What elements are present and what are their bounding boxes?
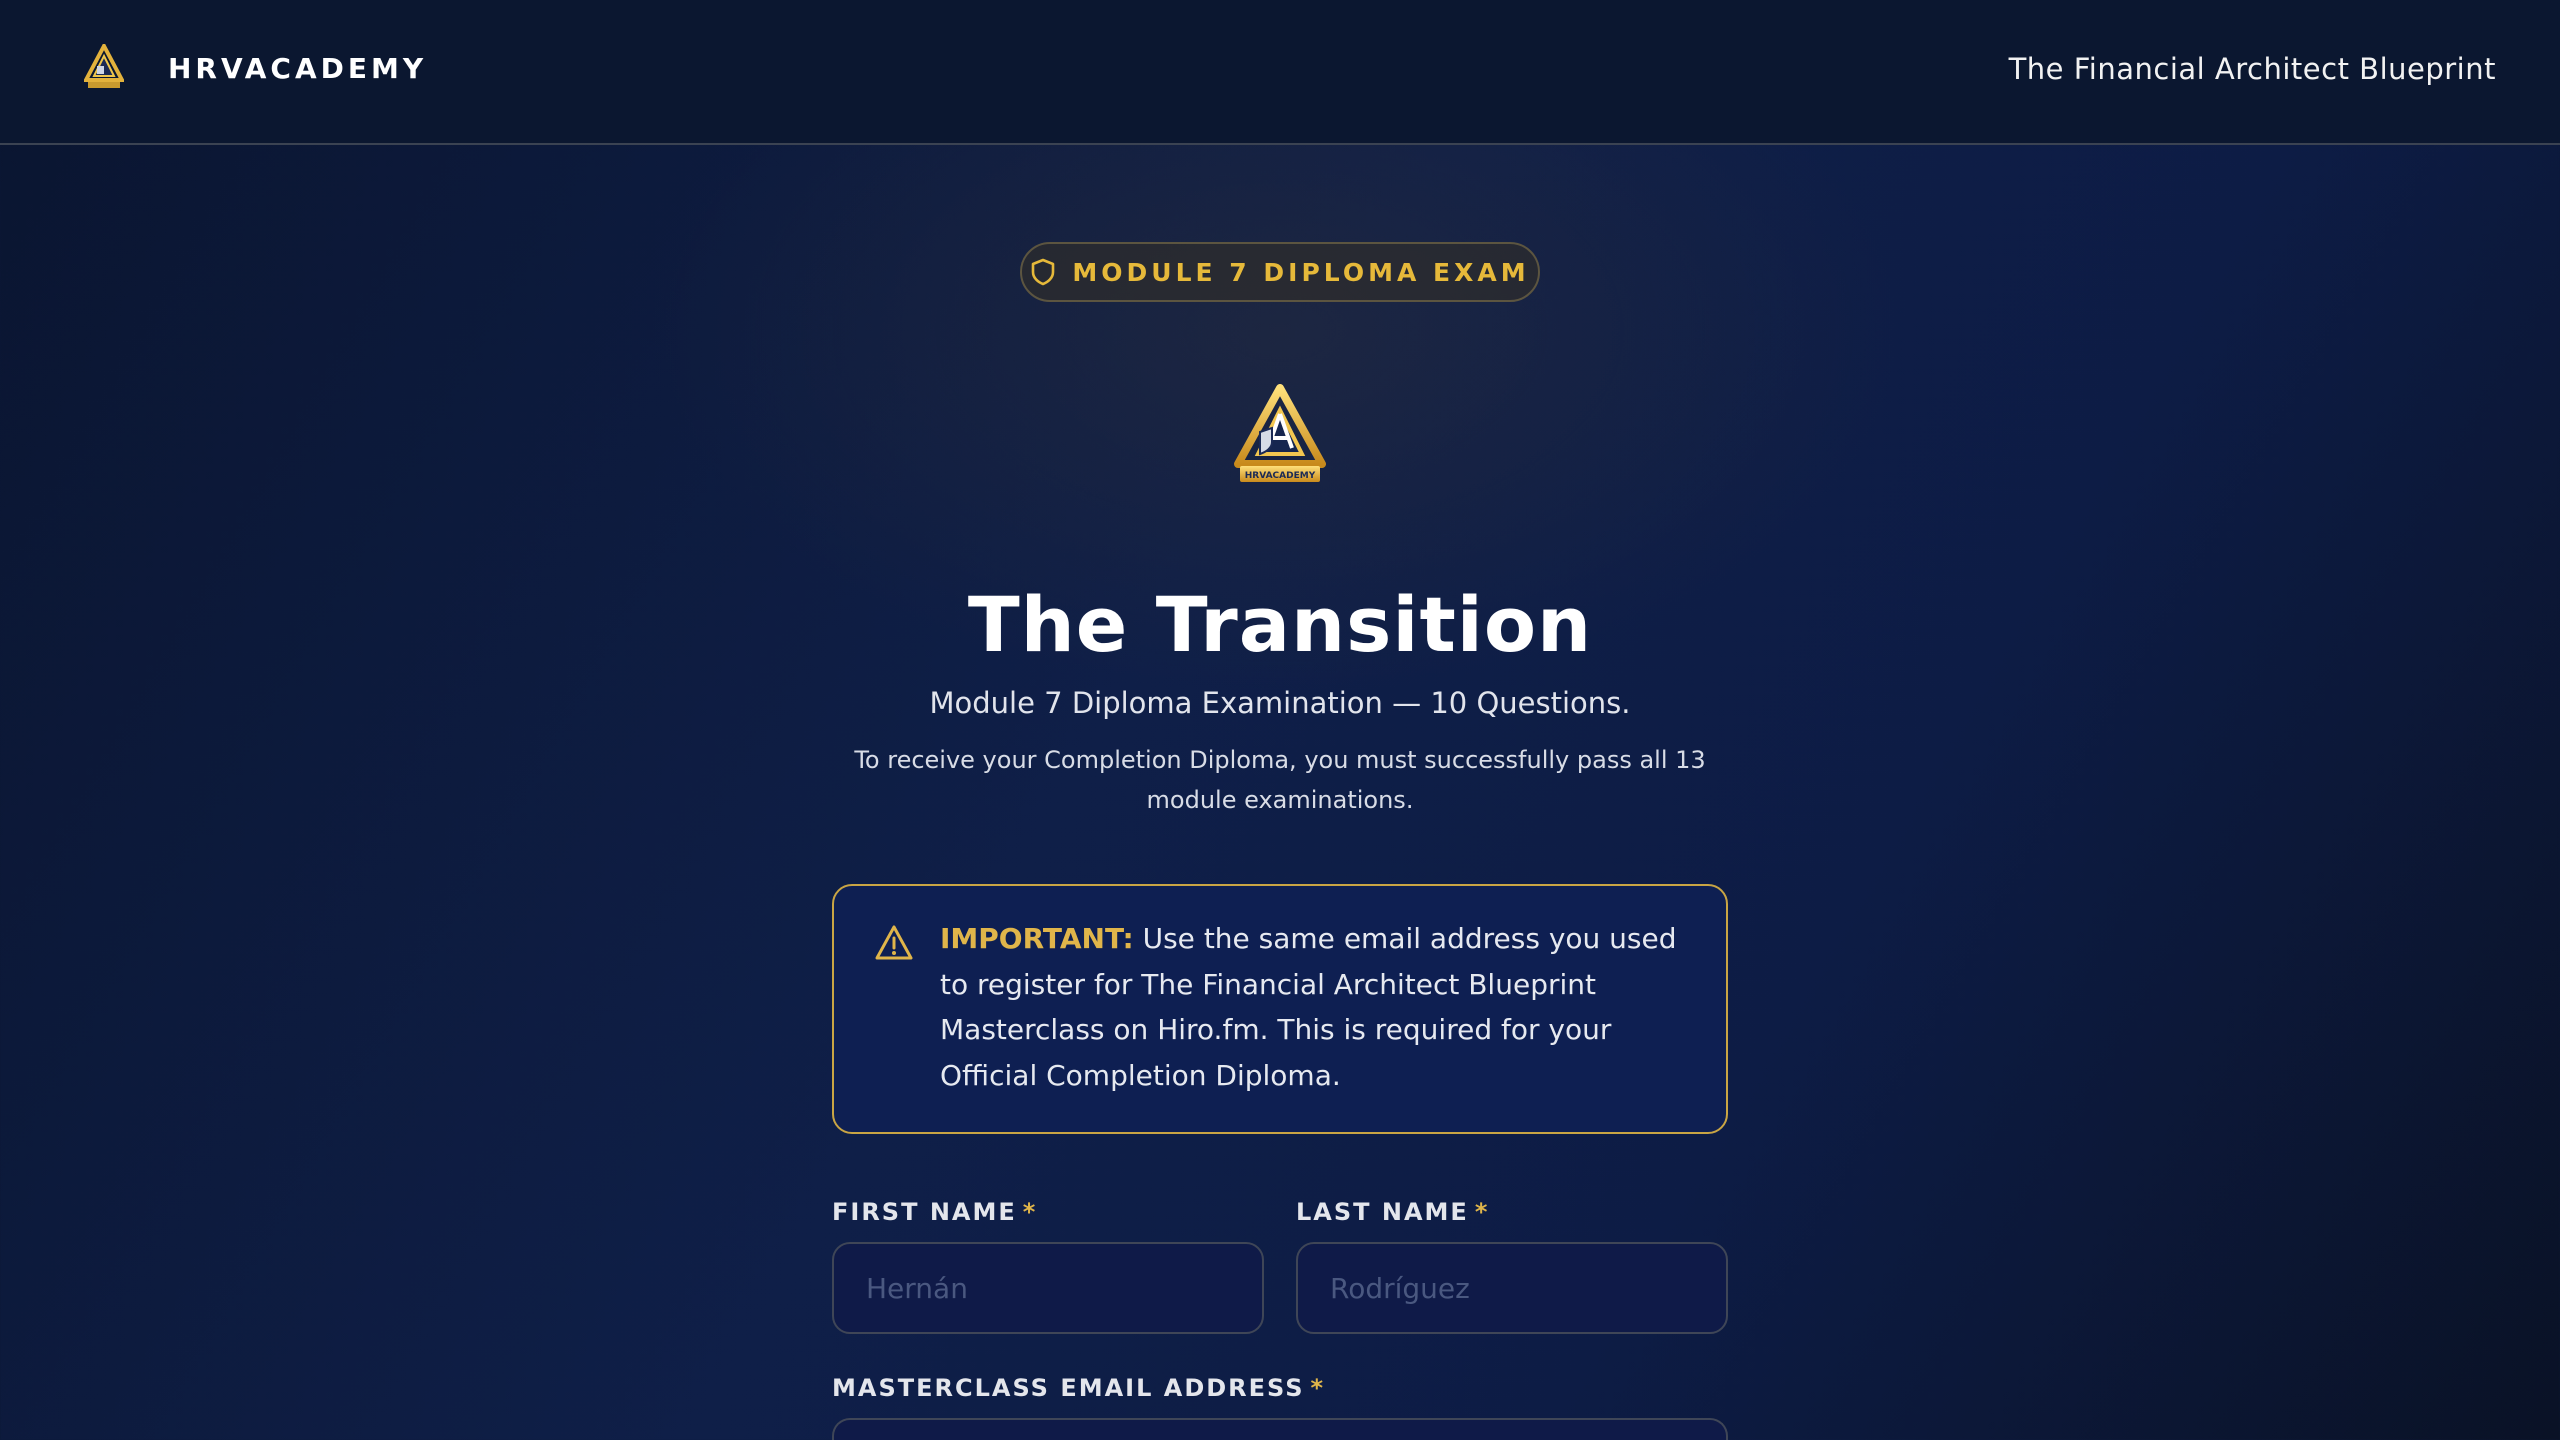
- page-subtitle: Module 7 Diploma Examination — 10 Questi…: [929, 686, 1631, 720]
- academy-logo: HRVACADEMY: [1234, 384, 1326, 482]
- first-name-label-text: FIRST NAME: [832, 1198, 1017, 1226]
- first-name-label: FIRST NAME *: [832, 1198, 1037, 1226]
- warning-icon: [875, 925, 913, 960]
- top-header: HRVACADEMY The Financial Architect Bluep…: [0, 0, 2560, 145]
- email-label: MASTERCLASS EMAIL ADDRESS *: [832, 1374, 1325, 1402]
- required-mark: *: [1022, 1198, 1038, 1226]
- important-notice: IMPORTANT: Use the same email address yo…: [832, 884, 1728, 1134]
- brand-name[interactable]: HRVACADEMY: [168, 52, 427, 85]
- required-mark: *: [1310, 1374, 1326, 1402]
- last-name-label: LAST NAME *: [1296, 1198, 1489, 1226]
- module-badge: MODULE 7 DIPLOMA EXAM: [1020, 242, 1540, 302]
- badge-label: MODULE 7 DIPLOMA EXAM: [1072, 257, 1530, 287]
- shield-icon: [1032, 258, 1055, 286]
- last-name-label-text: LAST NAME: [1296, 1198, 1469, 1226]
- page-description: To receive your Completion Diploma, you …: [854, 746, 1706, 814]
- notice-text: IMPORTANT: Use the same email address yo…: [940, 916, 1700, 1098]
- notice-strong: IMPORTANT:: [940, 922, 1134, 955]
- last-name-input[interactable]: [1296, 1242, 1728, 1334]
- email-label-text: MASTERCLASS EMAIL ADDRESS: [832, 1374, 1305, 1402]
- page-title: The Transition: [967, 580, 1593, 669]
- email-input[interactable]: [832, 1418, 1728, 1440]
- hrvacademy-logo-icon[interactable]: [84, 44, 124, 90]
- logo-text: HRVACADEMY: [1245, 471, 1316, 481]
- required-mark: *: [1474, 1198, 1490, 1226]
- first-name-input[interactable]: [832, 1242, 1264, 1334]
- course-title: The Financial Architect Blueprint: [2008, 52, 2496, 86]
